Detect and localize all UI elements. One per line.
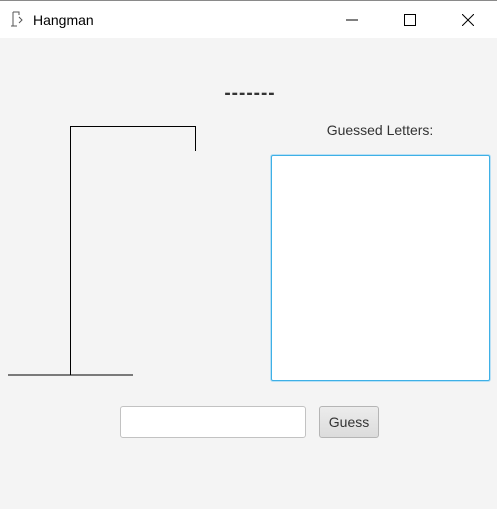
game-panel: ------- Guessed Letters: Guess [0, 38, 497, 509]
guessed-letters-textarea[interactable] [271, 155, 490, 381]
hangman-window: Hangman ------- Guessed Letters: Guess [0, 0, 497, 509]
minimize-icon [346, 19, 358, 20]
close-button[interactable] [445, 1, 491, 38]
guess-input[interactable] [120, 406, 306, 438]
guessed-letters-label: Guessed Letters: [326, 122, 434, 138]
gallows-beam-extension [140, 126, 196, 151]
maximize-icon [404, 13, 416, 26]
maximize-button[interactable] [387, 1, 433, 38]
close-icon [462, 13, 474, 26]
java-app-icon [11, 11, 23, 27]
gallows-drawing [8, 126, 140, 376]
window-title: Hangman [33, 12, 94, 28]
minimize-button[interactable] [329, 1, 375, 38]
word-display: ------- [224, 83, 276, 104]
title-bar[interactable]: Hangman [0, 1, 497, 38]
guess-button[interactable]: Guess [319, 406, 379, 438]
